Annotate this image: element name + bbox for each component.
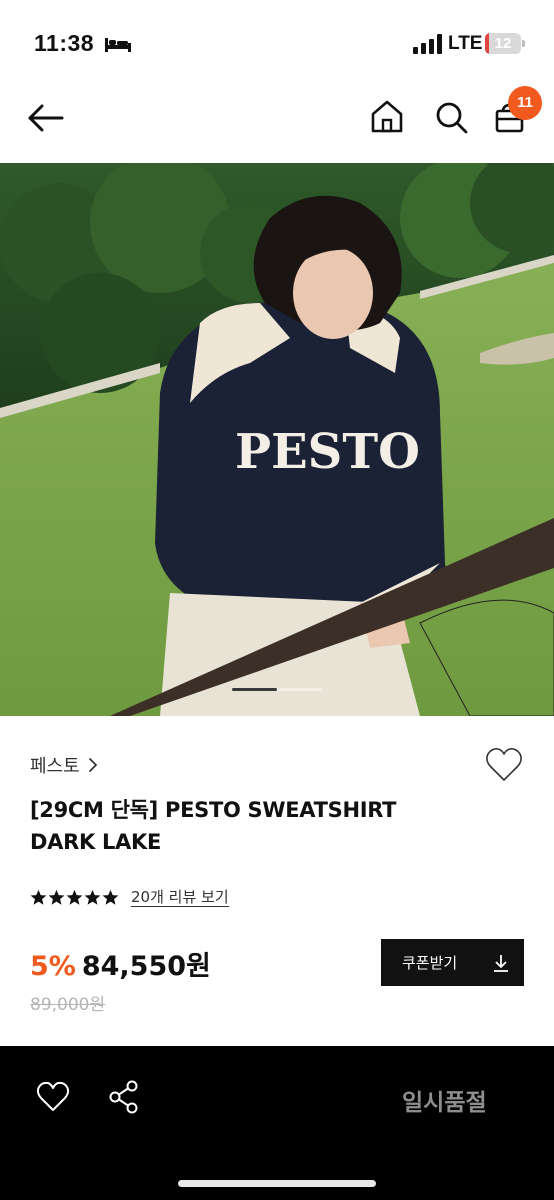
heart-icon[interactable] (36, 1080, 70, 1114)
carousel-active-dot (232, 688, 277, 691)
product-image-carousel[interactable]: PESTO (0, 163, 554, 716)
review-link[interactable]: 20개 리뷰 보기 (131, 888, 229, 907)
battery-icon: 12 (485, 33, 525, 54)
price-row: 5% 84,550원 (30, 944, 211, 983)
product-title: [29CM 단독] PESTO SWEATSHIRT DARK LAKE (30, 794, 470, 858)
cart-count-badge[interactable]: 11 (508, 86, 542, 120)
chevron-right-icon (88, 758, 97, 772)
search-icon[interactable] (432, 97, 470, 137)
home-indicator (178, 1180, 376, 1187)
star-rating (30, 889, 119, 906)
carousel-indicator (232, 688, 322, 691)
original-price: 89,000원 (30, 995, 106, 1015)
brand-name: 페스토 (30, 756, 80, 777)
rating-row: 20개 리뷰 보기 (30, 888, 229, 907)
star-icon (30, 889, 47, 905)
battery-level: 12 (494, 35, 512, 52)
coupon-download-button[interactable]: 쿠폰받기 (381, 939, 524, 986)
download-icon (494, 955, 508, 972)
top-nav: 11 (0, 80, 554, 162)
brand-link[interactable]: 페스토 (30, 752, 98, 778)
star-icon (48, 889, 65, 905)
bottom-action-bar: 일시품절 (0, 1046, 554, 1200)
status-time: 11:38 (34, 30, 95, 56)
heart-icon[interactable] (484, 746, 524, 784)
sold-out-label: 일시품절 (402, 1090, 487, 1116)
star-icon (84, 889, 101, 905)
product-photo: PESTO (0, 163, 554, 716)
sale-price: 84,550원 (81, 951, 211, 982)
product-title-line-2: DARK LAKE (30, 830, 161, 854)
star-icon (102, 889, 119, 905)
coupon-label: 쿠폰받기 (402, 954, 458, 972)
star-icon (66, 889, 83, 905)
discount-rate: 5% (30, 951, 76, 982)
home-icon[interactable] (368, 97, 406, 137)
product-title-line-1: [29CM 단독] PESTO SWEATSHIRT (30, 798, 397, 822)
back-arrow-icon[interactable] (22, 98, 68, 138)
signal-icon (413, 34, 442, 54)
bed-icon (105, 38, 131, 52)
network-label: LTE (448, 33, 483, 54)
share-icon[interactable] (108, 1079, 140, 1115)
status-bar: 11:38 LTE 12 (0, 0, 554, 80)
sweatshirt-print: PESTO (235, 424, 420, 480)
